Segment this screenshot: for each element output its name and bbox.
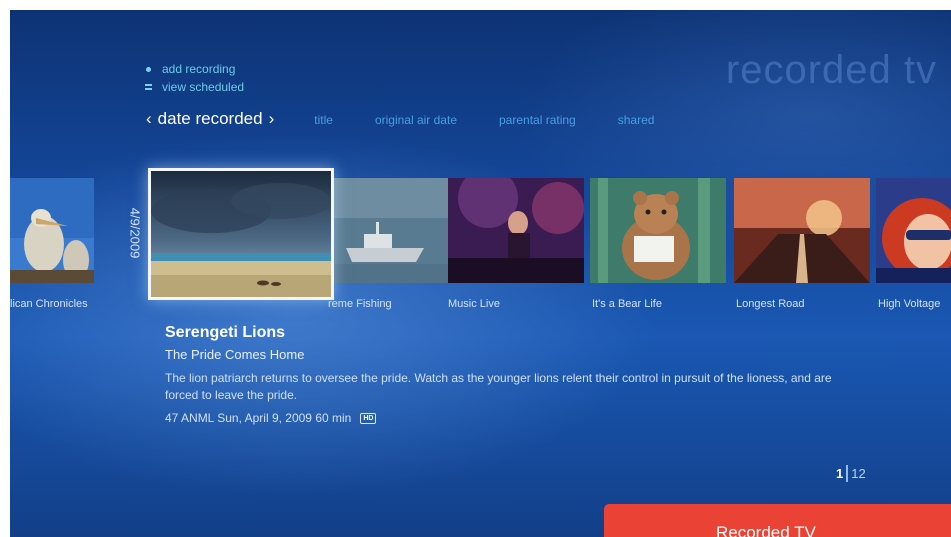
- toast-label: Recorded TV: [716, 523, 816, 537]
- recording-meta: 47 ANML Sun, April 9, 2009 60 min HD: [165, 411, 865, 425]
- add-recording-label: add recording: [162, 62, 236, 76]
- sort-current-selector[interactable]: ‹ date recorded ›: [146, 109, 274, 129]
- task-list: add recording view scheduled: [143, 60, 244, 96]
- high-voltage-artwork: [876, 178, 951, 283]
- recording-caption: Longest Road: [736, 298, 805, 310]
- recording-meta-text: 47 ANML Sun, April 9, 2009 60 min: [165, 411, 352, 425]
- hd-badge: HD: [360, 412, 377, 424]
- recording-thumb-high-voltage[interactable]: [876, 178, 951, 283]
- recording-thumb-its-a-bear-life[interactable]: [590, 178, 726, 283]
- recording-caption: lican Chronicles: [10, 298, 88, 310]
- chevron-right-icon[interactable]: ›: [269, 109, 275, 129]
- recorded-tv-toast[interactable]: Recorded TV: [604, 504, 951, 537]
- fishing-boat-artwork: [328, 178, 464, 283]
- sort-option-original-air-date[interactable]: original air date: [375, 113, 457, 127]
- media-center-screen: recorded tv add recording view scheduled…: [10, 10, 951, 537]
- list-lines-icon: [143, 82, 153, 92]
- pelican-artwork: [10, 178, 94, 283]
- bear-cartoon-artwork: [590, 178, 726, 283]
- sort-current-label: date recorded: [157, 109, 263, 128]
- serengeti-artwork: [151, 171, 331, 297]
- date-group-text: 4/9/2009: [127, 207, 143, 259]
- recording-caption: High Voltage: [878, 298, 941, 310]
- bullet-dot-icon: [143, 64, 153, 74]
- sort-bar: ‹ date recorded › title original air dat…: [146, 109, 696, 129]
- page-total: 12: [851, 466, 866, 481]
- recording-title: Serengeti Lions: [165, 324, 286, 341]
- page-indicator: 1 12: [836, 465, 866, 482]
- view-scheduled-label: view scheduled: [162, 80, 245, 94]
- recording-caption: reme Fishing: [328, 298, 392, 310]
- view-scheduled-link[interactable]: view scheduled: [143, 78, 244, 96]
- sort-option-title[interactable]: title: [314, 113, 333, 127]
- recording-details: Serengeti Lions The Pride Comes Home The…: [165, 324, 865, 425]
- page-separator: [846, 465, 849, 482]
- episode-title: The Pride Comes Home: [165, 347, 305, 362]
- recording-thumb-serengeti-lions-selected[interactable]: [148, 168, 334, 300]
- sort-option-shared[interactable]: shared: [618, 113, 655, 127]
- recording-thumb-longest-road[interactable]: [734, 178, 870, 283]
- recording-description: The lion patriarch returns to oversee th…: [165, 371, 832, 402]
- concert-artwork: [448, 178, 584, 283]
- app-title: recorded tv: [725, 48, 937, 92]
- road-artwork: [734, 178, 870, 283]
- chevron-left-icon[interactable]: ‹: [146, 109, 152, 129]
- recording-caption: Music Live: [448, 298, 500, 310]
- recording-thumb-extreme-fishing[interactable]: [328, 178, 464, 283]
- recording-caption: It's a Bear Life: [592, 298, 662, 310]
- recording-thumb-music-live[interactable]: [448, 178, 584, 283]
- date-group-label: 4/9/2009: [125, 178, 145, 288]
- add-recording-link[interactable]: add recording: [143, 60, 244, 78]
- sort-option-parental-rating[interactable]: parental rating: [499, 113, 576, 127]
- page-current: 1: [836, 466, 844, 481]
- recording-thumb-pelican-chronicles[interactable]: [10, 178, 94, 283]
